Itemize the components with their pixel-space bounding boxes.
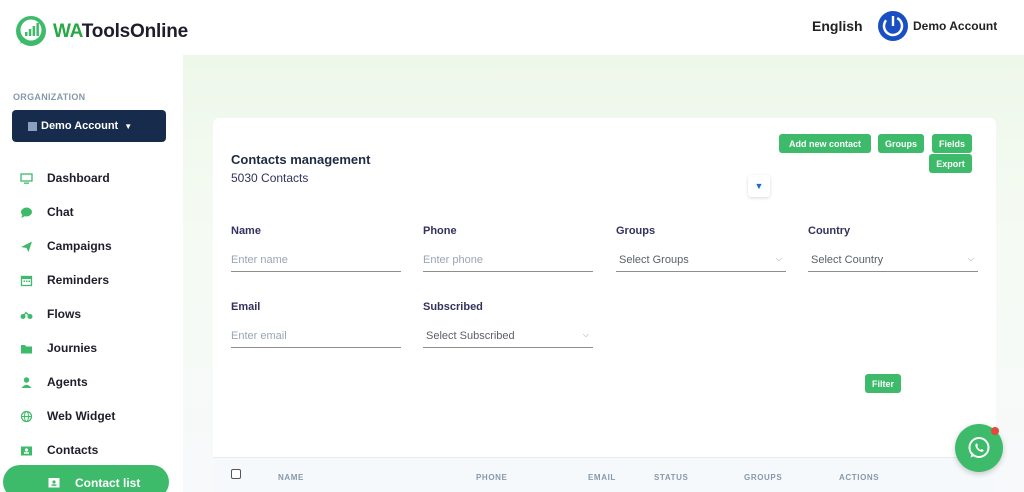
column-header-status[interactable]: STATUS [654,473,688,482]
phone-label: Phone [423,225,457,237]
paper-plane-icon [21,241,32,252]
organization-dropdown-button[interactable]: Demo Account ▼ [12,110,166,142]
sidebar-item-label: Web Widget [47,409,116,423]
building-icon [28,121,37,131]
top-bar: WAToolsOnline English Demo Account [0,0,1024,55]
add-new-contact-button[interactable]: Add new contact [779,134,871,153]
groups-select-value: Select Groups [619,254,689,266]
globe-icon [20,410,33,422]
bicycle-icon [20,311,33,319]
groups-select[interactable]: Select Groups ⌵ [616,249,786,272]
export-button[interactable]: Export [929,154,972,173]
groups-label: Groups [616,225,656,237]
subscribed-label: Subscribed [423,301,483,313]
name-input[interactable] [231,249,401,271]
filter-button[interactable]: Filter [865,374,901,393]
brand-prefix: WA [53,21,82,42]
power-icon[interactable] [878,11,908,41]
column-header-phone[interactable]: PHONE [476,473,507,482]
sidebar-item-label: Dashboard [47,171,110,185]
groups-button[interactable]: Groups [878,134,924,153]
calendar-icon [20,275,33,286]
country-select[interactable]: Select Country ⌵ [808,249,978,272]
select-all-checkbox[interactable] [231,469,241,479]
country-label: Country [808,225,851,237]
sidebar-item-label: Flows [47,307,82,321]
brand-rest: ToolsOnline [81,21,188,42]
monitor-icon [20,172,33,184]
sidebar-item-campaigns[interactable]: Campaigns [0,229,183,263]
table-header: NAME PHONE EMAIL STATUS GROUPS ACTIONS [213,457,996,492]
email-label: Email [231,301,261,313]
sidebar-item-flows[interactable]: Flows [0,297,183,331]
language-selector[interactable]: English [812,18,863,34]
column-header-actions[interactable]: ACTIONS [839,473,879,482]
column-header-email[interactable]: EMAIL [588,473,616,482]
organization-label: ORGANIZATION [13,92,86,102]
contacts-card: Contacts management 5030 Contacts Add ne… [213,118,996,492]
subscribed-select[interactable]: Select Subscribed ⌵ [423,325,593,348]
sidebar-item-chat[interactable]: Chat [0,195,183,229]
chevron-down-icon: ⌵ [775,254,782,263]
sidebar: ORGANIZATION Demo Account ▼ Dashboard Ch… [0,55,183,492]
contact-card-icon [48,478,60,488]
main-content: Contacts management 5030 Contacts Add ne… [183,55,1024,492]
subscribed-select-value: Select Subscribed [426,330,515,342]
fields-button[interactable]: Fields [932,134,972,153]
country-select-value: Select Country [811,254,884,266]
sidebar-item-agents[interactable]: Agents [0,365,183,399]
sidebar-item-contact-list[interactable]: Contact list [3,465,169,492]
column-header-groups[interactable]: GROUPS [744,473,782,482]
sidebar-item-label: Contact list [75,476,141,490]
name-field[interactable] [231,249,401,272]
sidebar-item-web-widget[interactable]: Web Widget [0,399,183,433]
phone-input[interactable] [423,249,593,271]
sidebar-item-label: Journies [47,341,98,355]
page-title: Contacts management [231,152,371,167]
phone-field[interactable] [423,249,593,272]
chevron-down-icon: ⌵ [582,330,589,339]
contacts-count: 5030 Contacts [231,171,309,185]
organization-name: Demo Account [41,120,119,132]
notification-dot [991,427,999,435]
whatsapp-icon [968,437,990,458]
email-field[interactable] [231,325,401,348]
sidebar-item-label: Reminders [47,273,110,287]
email-input[interactable] [231,325,401,347]
sidebar-item-journies[interactable]: Journies [0,331,183,365]
sidebar-item-contacts[interactable]: Contacts [0,433,183,467]
sidebar-item-label: Agents [47,375,88,389]
folder-icon [21,344,32,353]
sidebar-item-label: Chat [47,205,74,219]
name-label: Name [231,225,261,237]
sidebar-item-label: Campaigns [47,239,112,253]
logo-icon[interactable] [15,15,47,47]
brand-name[interactable]: WAToolsOnline [53,21,188,43]
contacts-icon [21,446,32,455]
chevron-down-icon: ⌵ [967,254,974,263]
caret-down-icon: ▼ [124,121,133,131]
column-header-name[interactable]: NAME [278,473,304,482]
sidebar-item-label: Contacts [47,443,99,457]
chevron-down-icon[interactable]: ▼ [748,175,770,197]
sidebar-item-dashboard[interactable]: Dashboard [0,161,183,195]
sidebar-item-reminders[interactable]: Reminders [0,263,183,297]
person-icon [21,376,32,388]
account-name[interactable]: Demo Account [913,19,997,33]
chat-bubble-icon [21,207,32,218]
